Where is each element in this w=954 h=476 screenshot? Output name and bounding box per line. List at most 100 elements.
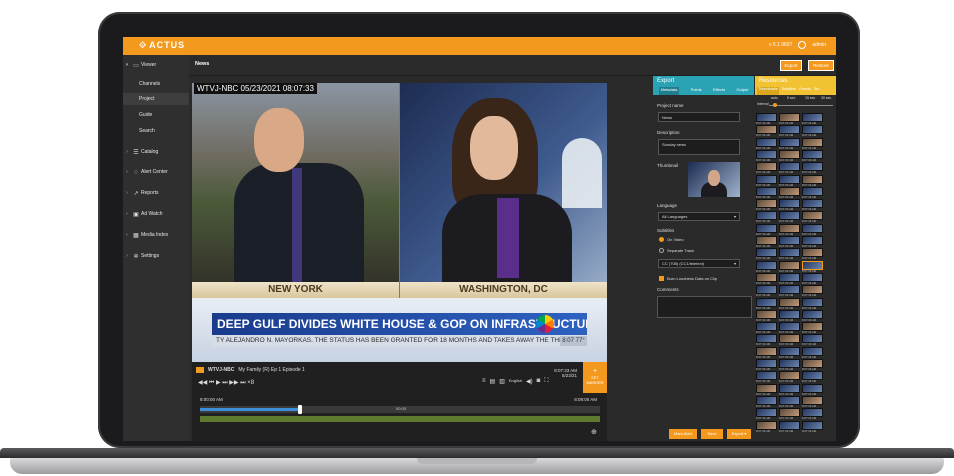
- thumbnail-item[interactable]: [779, 322, 800, 332]
- thumbnail-item[interactable]: [756, 285, 777, 295]
- thumbnail-item[interactable]: [756, 113, 777, 122]
- sidebar-item-reports[interactable]: › ↗ Reports: [123, 187, 189, 199]
- thumbnail-item[interactable]: [802, 420, 823, 430]
- thumbnail-item[interactable]: [802, 260, 823, 270]
- project-name-input[interactable]: News: [658, 112, 740, 122]
- thumbnail-item[interactable]: [802, 236, 823, 245]
- sidebar-item-viewer[interactable]: ▾ ▭ Viewer: [123, 59, 189, 71]
- cc-select[interactable]: CC (708) (CC1/teletext) ▾: [658, 259, 740, 268]
- thumbnail-item[interactable]: [756, 125, 777, 135]
- tab-stories[interactable]: Sto: [814, 87, 820, 95]
- tab-output[interactable]: Output: [736, 87, 748, 95]
- camera-icon[interactable]: ◙: [537, 378, 541, 385]
- radio-separate-track[interactable]: Separate Track: [659, 248, 694, 253]
- thumbnail-item[interactable]: [779, 162, 800, 172]
- thumbnail-item[interactable]: [779, 334, 800, 344]
- thumbnail-item[interactable]: [779, 260, 800, 270]
- thumbnail-item[interactable]: [756, 186, 777, 196]
- thumbnail-item[interactable]: [756, 334, 777, 344]
- volume-slider-icon[interactable]: ≡: [482, 378, 486, 385]
- thumbnail-item[interactable]: [756, 371, 777, 381]
- set-marker-button[interactable]: + SET MARKER: [583, 362, 607, 393]
- speaker-icon[interactable]: ◀): [526, 378, 533, 385]
- thumbnail-item[interactable]: [802, 346, 823, 356]
- thumbnail-item[interactable]: [779, 236, 800, 245]
- mark-alert-button[interactable]: Mark Alert: [669, 429, 697, 439]
- thumbnail-item[interactable]: [756, 199, 777, 209]
- thumbnail-item[interactable]: [779, 395, 800, 405]
- thumbnail-item[interactable]: [802, 223, 823, 233]
- thumbnail-item[interactable]: [802, 162, 823, 172]
- interval-slider[interactable]: Interval auto 5 sec 15 sec 30 sec: [757, 96, 835, 110]
- thumbnail-item[interactable]: [756, 346, 777, 356]
- thumbnail-item[interactable]: [779, 113, 800, 122]
- sidebar-item-channels[interactable]: Channels: [123, 78, 189, 90]
- thumbnail-item[interactable]: [756, 236, 777, 245]
- thumbnail-item[interactable]: [756, 395, 777, 405]
- thumbnail-image[interactable]: [688, 162, 740, 197]
- thumbnail-item[interactable]: [802, 186, 823, 196]
- thumbnail-item[interactable]: [779, 149, 800, 159]
- thumbnail-item[interactable]: [802, 297, 823, 307]
- thumbnail-item[interactable]: [779, 174, 800, 184]
- thumbnail-item[interactable]: [756, 420, 777, 430]
- sidebar-item-media-index[interactable]: › ▦ Media Index: [123, 229, 189, 241]
- thumbnail-item[interactable]: [756, 408, 777, 418]
- timeline-track[interactable]: 00:00: [200, 406, 600, 413]
- thumbnail-item[interactable]: [779, 248, 800, 258]
- burn-loudness-checkbox[interactable]: Burn Loudness Data on Clip: [659, 276, 717, 281]
- export-submit-button[interactable]: Export ▾: [727, 429, 751, 439]
- thumbnail-item[interactable]: [779, 223, 800, 233]
- thumbnail-item[interactable]: [802, 125, 823, 135]
- thumbnail-item[interactable]: [802, 174, 823, 184]
- export-button[interactable]: Export: [780, 60, 802, 71]
- sidebar-item-search[interactable]: Search: [123, 125, 189, 137]
- save-button[interactable]: Save: [701, 429, 723, 439]
- thumbnail-item[interactable]: [756, 359, 777, 368]
- sidebar-item-guide[interactable]: Guide: [123, 109, 189, 121]
- thumbnail-item[interactable]: [756, 383, 777, 393]
- tab-thumbnails[interactable]: Thumbnails: [757, 87, 779, 95]
- restore-button[interactable]: Restore: [808, 60, 834, 71]
- thumbnail-item[interactable]: [779, 186, 800, 196]
- thumbnail-item[interactable]: [779, 199, 800, 209]
- thumbnail-item[interactable]: [756, 297, 777, 307]
- transport-controls[interactable]: ◀◀ ⏮ ▶ ⏭ ▶▶ ⏭ ×8: [198, 379, 254, 387]
- thumbnail-item[interactable]: [779, 359, 800, 368]
- thumbnail-item[interactable]: [802, 285, 823, 295]
- video-player[interactable]: NEW YORK WASHINGTON, DC DEEP GULF DIVIDE…: [192, 83, 607, 362]
- thumbnail-item[interactable]: [779, 125, 800, 135]
- thumbnail-item[interactable]: [756, 137, 777, 147]
- radio-on-video[interactable]: On Video: [659, 237, 684, 242]
- language-select[interactable]: All Languages ▾: [658, 212, 740, 221]
- thumbnail-item[interactable]: [802, 199, 823, 209]
- thumbnail-item[interactable]: [779, 285, 800, 295]
- captions-icon[interactable]: ▤: [490, 378, 496, 385]
- tab-metadata[interactable]: Metadata: [658, 87, 680, 95]
- sidebar-item-project[interactable]: Project: [123, 93, 189, 105]
- thumbnail-item[interactable]: [756, 322, 777, 332]
- thumbnail-item[interactable]: [756, 309, 777, 319]
- thumbnail-item[interactable]: [802, 359, 823, 368]
- thumbnail-item[interactable]: [802, 272, 823, 282]
- zoom-icon[interactable]: ⊕: [591, 428, 597, 436]
- fullscreen-icon[interactable]: ⛶: [544, 378, 548, 385]
- sidebar-item-alert-center[interactable]: › ♢ Alert Center: [123, 166, 189, 178]
- thumbnail-item[interactable]: [802, 395, 823, 405]
- thumbnail-item[interactable]: [756, 162, 777, 172]
- sidebar-item-catalog[interactable]: › ☰ Catalog: [123, 146, 189, 158]
- sidebar-item-ad-watch[interactable]: › ▣ Ad Watch: [123, 208, 189, 220]
- thumbnail-item[interactable]: [779, 371, 800, 381]
- tab-effects[interactable]: Effects: [713, 87, 725, 95]
- thumbnail-item[interactable]: [802, 371, 823, 381]
- tab-events[interactable]: Events: [799, 87, 811, 95]
- thumbnail-item[interactable]: [802, 137, 823, 147]
- interval-knob[interactable]: [773, 103, 777, 107]
- language-label[interactable]: English: [509, 378, 522, 385]
- thumbnail-item[interactable]: [802, 113, 823, 122]
- thumbnail-item[interactable]: [756, 272, 777, 282]
- thumbnail-item[interactable]: [802, 408, 823, 418]
- thumbnail-item[interactable]: [802, 322, 823, 332]
- thumbnail-item[interactable]: [779, 211, 800, 221]
- thumbnail-item[interactable]: [802, 309, 823, 319]
